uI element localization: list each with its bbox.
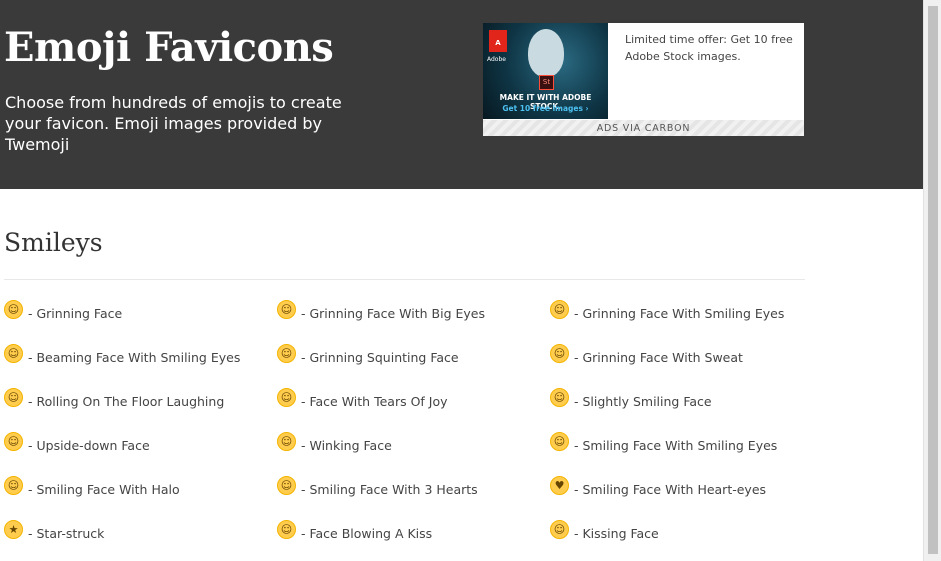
emoji-list-item[interactable]: ☺ - Smiling Face With Smiling Eyes: [550, 428, 777, 458]
emoji-list-item[interactable]: ★ - Star-struck: [4, 516, 104, 546]
hero-banner: Emoji Favicons Choose from hundreds of e…: [0, 0, 924, 189]
ad-cta-link[interactable]: Get 10 free images ›: [483, 104, 608, 113]
page-subtitle: Choose from hundreds of emojis to create…: [5, 93, 342, 154]
vertical-scrollbar[interactable]: [923, 0, 941, 561]
emoji-label[interactable]: - Grinning Squinting Face: [301, 350, 459, 365]
emoji-label[interactable]: - Star-struck: [28, 526, 104, 541]
emoji-label[interactable]: - Smiling Face With Heart-eyes: [574, 482, 766, 497]
emoji-icon[interactable]: ☺: [277, 300, 296, 319]
ad-logo-text: Adobe: [487, 56, 506, 63]
emoji-label[interactable]: - Face With Tears Of Joy: [301, 394, 448, 409]
emoji-list-item[interactable]: ☺ - Beaming Face With Smiling Eyes: [4, 340, 240, 370]
emoji-icon[interactable]: ☺: [550, 432, 569, 451]
emoji-icon[interactable]: ♥: [550, 476, 569, 495]
emoji-list-item[interactable]: ☺ - Kissing Face: [550, 516, 659, 546]
section-title-smileys: Smileys: [4, 228, 103, 257]
emoji-label[interactable]: - Kissing Face: [574, 526, 659, 541]
emoji-icon[interactable]: ☺: [550, 344, 569, 363]
emoji-list-item[interactable]: ☺ - Grinning Face: [4, 296, 122, 326]
emoji-list-item[interactable]: ☺ - Rolling On The Floor Laughing: [4, 384, 224, 414]
ads-via-carbon-link[interactable]: ADS VIA CARBON: [483, 120, 804, 136]
emoji-icon[interactable]: ☺: [277, 432, 296, 451]
emoji-list-item[interactable]: ☺ - Smiling Face With 3 Hearts: [277, 472, 478, 502]
page-title: Emoji Favicons: [4, 24, 334, 71]
emoji-icon[interactable]: ☺: [277, 476, 296, 495]
emoji-icon[interactable]: ☺: [277, 520, 296, 539]
ad-portrait-icon: [528, 29, 564, 77]
emoji-list-item[interactable]: ☺ - Face With Tears Of Joy: [277, 384, 448, 414]
emoji-icon[interactable]: ☺: [277, 388, 296, 407]
emoji-list-item[interactable]: ☺ - Grinning Squinting Face: [277, 340, 459, 370]
emoji-label[interactable]: - Face Blowing A Kiss: [301, 526, 432, 541]
emoji-label[interactable]: - Grinning Face With Big Eyes: [301, 306, 485, 321]
emoji-label[interactable]: - Smiling Face With Smiling Eyes: [574, 438, 777, 453]
emoji-label[interactable]: - Grinning Face: [28, 306, 122, 321]
emoji-icon[interactable]: ★: [4, 520, 23, 539]
emoji-label[interactable]: - Slightly Smiling Face: [574, 394, 712, 409]
emoji-list-item[interactable]: ☺ - Upside-down Face: [4, 428, 150, 458]
emoji-list-item[interactable]: ☺ - Face Blowing A Kiss: [277, 516, 432, 546]
emoji-label[interactable]: - Winking Face: [301, 438, 392, 453]
emoji-label[interactable]: - Rolling On The Floor Laughing: [28, 394, 224, 409]
emoji-list-item[interactable]: ☺ - Slightly Smiling Face: [550, 384, 712, 414]
emoji-label[interactable]: - Smiling Face With Halo: [28, 482, 180, 497]
ad-badge: St: [539, 75, 554, 90]
emoji-list-item[interactable]: ☺ - Grinning Face With Smiling Eyes: [550, 296, 784, 326]
emoji-label[interactable]: - Grinning Face With Smiling Eyes: [574, 306, 784, 321]
emoji-list-item[interactable]: ♥ - Smiling Face With Heart-eyes: [550, 472, 766, 502]
ad-image[interactable]: A Adobe St MAKE IT WITH ADOBE STOCK. Get…: [483, 23, 608, 119]
emoji-icon[interactable]: ☺: [4, 432, 23, 451]
section-divider: [4, 279, 805, 280]
emoji-label[interactable]: - Beaming Face With Smiling Eyes: [28, 350, 240, 365]
emoji-list-item[interactable]: ☺ - Grinning Face With Sweat: [550, 340, 743, 370]
emoji-icon[interactable]: ☺: [277, 344, 296, 363]
emoji-icon[interactable]: ☺: [4, 388, 23, 407]
emoji-icon[interactable]: ☺: [4, 300, 23, 319]
carbon-ad[interactable]: A Adobe St MAKE IT WITH ADOBE STOCK. Get…: [483, 23, 804, 136]
ad-text-link[interactable]: Limited time offer: Get 10 free Adobe St…: [625, 31, 795, 65]
emoji-icon[interactable]: ☺: [4, 476, 23, 495]
emoji-list-item[interactable]: ☺ - Winking Face: [277, 428, 392, 458]
emoji-label[interactable]: - Grinning Face With Sweat: [574, 350, 743, 365]
emoji-list-item[interactable]: ☺ - Grinning Face With Big Eyes: [277, 296, 485, 326]
emoji-list-item[interactable]: ☺ - Smiling Face With Halo: [4, 472, 180, 502]
emoji-icon[interactable]: ☺: [550, 300, 569, 319]
scrollbar-thumb[interactable]: [928, 6, 938, 554]
emoji-icon[interactable]: ☺: [4, 344, 23, 363]
adobe-logo-icon: A: [489, 30, 507, 52]
emoji-label[interactable]: - Smiling Face With 3 Hearts: [301, 482, 478, 497]
emoji-icon[interactable]: ☺: [550, 520, 569, 539]
emoji-icon[interactable]: ☺: [550, 388, 569, 407]
emoji-label[interactable]: - Upside-down Face: [28, 438, 150, 453]
